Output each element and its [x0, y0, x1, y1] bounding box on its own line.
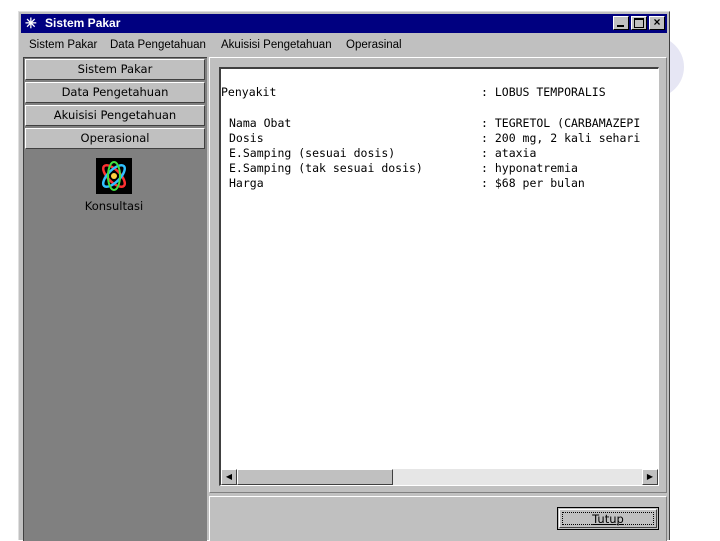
close-button[interactable]: ×	[649, 15, 665, 30]
sidebar-button-operasional[interactable]: Operasional	[25, 128, 205, 149]
sidebar-button-data-pengetahuan[interactable]: Data Pengetahuan	[25, 82, 205, 103]
row-label: E.Samping (tak sesuai dosis)	[229, 161, 423, 175]
row-value: : hyponatremia	[481, 161, 578, 175]
sidebar-button-sistem-pakar[interactable]: Sistem Pakar	[25, 59, 205, 80]
close-icon: ×	[653, 15, 661, 29]
sidebar-button-akuisisi-pengetahuan[interactable]: Akuisisi Pengetahuan	[25, 105, 205, 126]
sidebar: Sistem Pakar Data Pengetahuan Akuisisi P…	[23, 57, 207, 541]
konsultasi-label[interactable]: Konsultasi	[24, 199, 204, 213]
minimize-button[interactable]	[613, 16, 629, 30]
row-label: Dosis	[229, 131, 264, 145]
scrollbar-thumb[interactable]	[237, 469, 393, 485]
menu-operasinal[interactable]: Operasinal	[346, 38, 402, 52]
horizontal-scrollbar[interactable]: ◀ ▶	[221, 469, 658, 485]
atom-orbit-icon[interactable]	[96, 158, 132, 194]
row-label: Harga	[229, 176, 264, 190]
main-window: ✳ Sistem Pakar × Sistem Pakar Data Penge…	[18, 11, 670, 541]
tutup-button[interactable]: Tutup	[557, 507, 659, 530]
title-bar[interactable]: ✳ Sistem Pakar ×	[21, 14, 667, 33]
row-value: : $68 per bulan	[481, 176, 585, 190]
result-text-area[interactable]: Penyakit : LOBUS TEMPORALIS Nama Obat : …	[219, 67, 659, 486]
row-value: : TEGRETOL (CARBAMAZEPI	[481, 116, 641, 130]
row-value: : 200 mg, 2 kali sehari	[481, 131, 641, 145]
button-panel: Tutup	[209, 496, 667, 541]
penyakit-label: Penyakit	[221, 85, 277, 99]
scroll-right-arrow-icon[interactable]: ▶	[642, 469, 658, 485]
window-title: Sistem Pakar	[45, 16, 121, 30]
tutup-button-label: Tutup	[592, 512, 624, 526]
maximize-button[interactable]	[631, 16, 647, 30]
scroll-left-arrow-icon[interactable]: ◀	[221, 469, 237, 485]
row-value: : ataxia	[481, 146, 537, 160]
menu-bar: Sistem Pakar Data Pengetahuan Akuisisi P…	[21, 35, 667, 54]
row-label: Nama Obat	[229, 116, 292, 130]
menu-akuisisi-pengetahuan[interactable]: Akuisisi Pengetahuan	[221, 38, 332, 52]
menu-sistem-pakar[interactable]: Sistem Pakar	[29, 38, 97, 52]
asterisk-star-icon: ✳	[25, 15, 37, 31]
row-label: E.Samping (sesuai dosis)	[229, 146, 396, 160]
menu-data-pengetahuan[interactable]: Data Pengetahuan	[110, 38, 206, 52]
penyakit-value: : LOBUS TEMPORALIS	[481, 85, 606, 99]
content-panel: Penyakit : LOBUS TEMPORALIS Nama Obat : …	[209, 57, 667, 493]
